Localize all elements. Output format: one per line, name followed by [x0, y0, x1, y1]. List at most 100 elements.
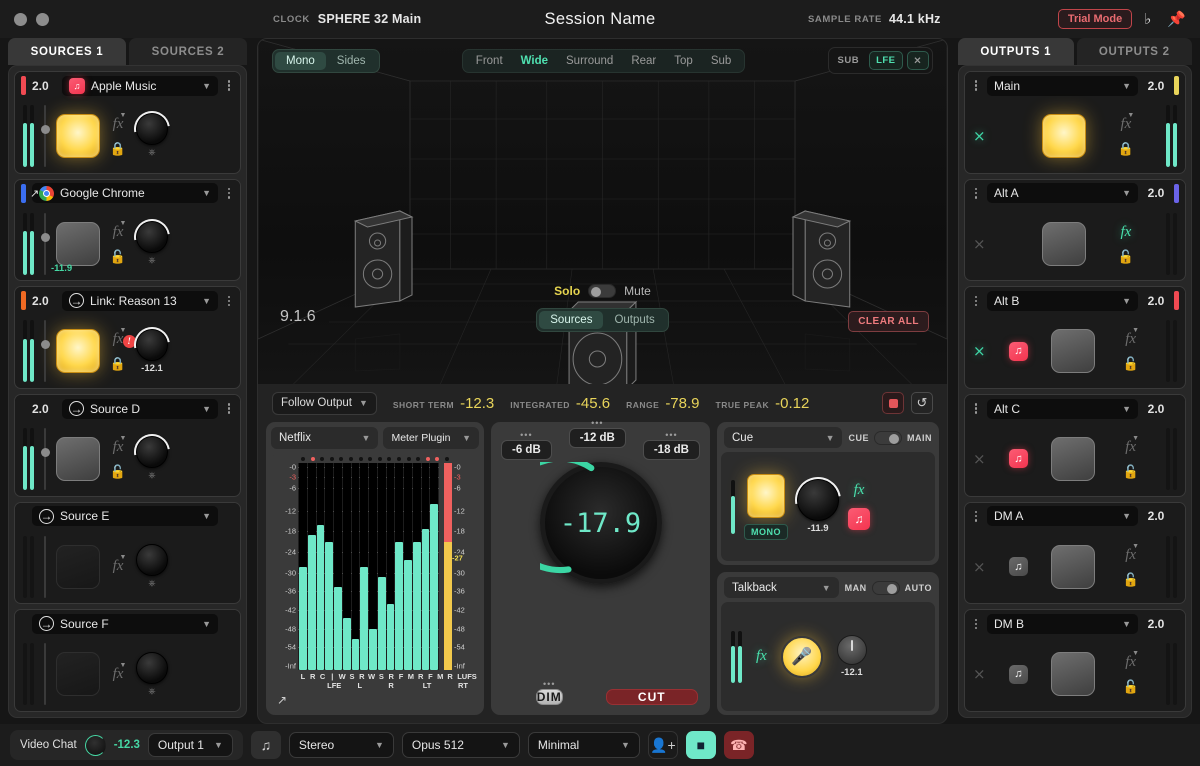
room-view[interactable]: Mono Sides Front Wide Surround Rear Top … [258, 39, 947, 384]
talkback-select[interactable]: Talkback ▼ [724, 577, 839, 598]
clip-dot[interactable] [387, 457, 391, 461]
clip-dot[interactable] [416, 457, 420, 461]
clip-dot[interactable] [445, 457, 449, 461]
output-strip[interactable]: Alt A ▼ 2.0 ⨯ fx 🔓 [964, 179, 1186, 282]
clock-value[interactable]: SPHERE 32 Main [318, 12, 422, 26]
output-name-select[interactable]: Main ▼ [987, 76, 1138, 96]
microphone-icon[interactable]: 🎤 [781, 636, 823, 678]
source-gain-knob[interactable] [136, 436, 168, 468]
preset-minus-6db[interactable]: -6 dB [501, 440, 552, 460]
zone-surround[interactable]: Surround [557, 52, 622, 70]
source-gain-knob[interactable] [136, 113, 168, 145]
source-mute-pad[interactable] [56, 437, 100, 481]
output-menu-icon[interactable] [971, 617, 981, 631]
clip-dot[interactable] [426, 457, 430, 461]
apple-music-icon[interactable]: ♫ [1009, 449, 1028, 468]
talkback-fx-icon[interactable]: fx [756, 649, 767, 664]
camera-icon[interactable]: ■ [686, 731, 716, 759]
output-lock-icon[interactable]: 🔓 [1123, 357, 1139, 370]
source-name-select[interactable]: → Source F ▼ [32, 614, 218, 634]
external-window-icon[interactable]: ↗ [30, 187, 39, 200]
reset-icon[interactable]: ↺ [911, 392, 933, 414]
cue-fx-icon[interactable]: fx [854, 483, 865, 498]
output-mute-pad[interactable] [1051, 652, 1095, 696]
add-person-icon[interactable]: 👤+ [648, 731, 678, 759]
power-icon[interactable]: ⎈ [148, 147, 155, 158]
clip-dot[interactable] [320, 457, 324, 461]
tab-sources-1[interactable]: SOURCES 1 [8, 38, 126, 65]
output-menu-icon[interactable] [971, 402, 981, 416]
output-mute-pad[interactable] [1051, 437, 1095, 481]
meter-preset-select[interactable]: Netflix ▼ [271, 427, 378, 449]
preset-menu-dots[interactable]: ••• [591, 420, 603, 426]
apple-music-icon[interactable]: ♫ [1009, 557, 1028, 576]
output-fx-icon[interactable]: fx▼ [1125, 440, 1136, 455]
source-mute-pad[interactable] [56, 114, 100, 158]
session-title[interactable]: Session Name [0, 10, 1200, 29]
zone-top[interactable]: Top [665, 52, 702, 70]
source-name-select[interactable]: Google Chrome ▼ [32, 183, 218, 203]
meter-plugin-select[interactable]: Meter Plugin ▼ [383, 427, 479, 449]
clip-dot[interactable] [397, 457, 401, 461]
preset-minus-12db[interactable]: -12 dB [569, 428, 626, 448]
sample-rate-value[interactable]: 44.1 kHz [889, 12, 941, 26]
view-mode-select[interactable]: Minimal ▼ [528, 732, 640, 758]
clip-dot[interactable] [407, 457, 411, 461]
source-fx-icon[interactable]: fx▼ ! [113, 332, 124, 347]
source-name-select[interactable]: → Link: Reason 13 ▼ [62, 291, 218, 311]
output-fx-icon[interactable]: fx▼ [1120, 117, 1131, 132]
source-mute-pad[interactable] [56, 222, 100, 266]
source-gain-knob[interactable] [136, 652, 168, 684]
crossfade-icon[interactable]: ⨯ [973, 558, 986, 576]
cue-switch[interactable] [874, 431, 902, 445]
source-fx-icon[interactable]: fx▼ [113, 559, 124, 574]
output-strip[interactable]: DM A ▼ 2.0 ⨯ ♫ fx▼ 🔓 [964, 502, 1186, 605]
zone-rear[interactable]: Rear [622, 52, 665, 70]
source-strip[interactable]: 2.0 → Source D ▼ fx▼ 🔓 [14, 394, 241, 497]
clip-dot[interactable] [349, 457, 353, 461]
source-lock-icon[interactable]: 🔒 [110, 142, 126, 155]
output-strip[interactable]: DM B ▼ 2.0 ⨯ ♫ fx▼ 🔓 [964, 609, 1186, 712]
output-lock-icon[interactable]: 🔓 [1123, 680, 1139, 693]
output-lock-icon[interactable]: 🔓 [1123, 465, 1139, 478]
preset-menu-dots[interactable]: ••• [520, 432, 532, 438]
source-fx-icon[interactable]: fx▼ [113, 117, 124, 132]
source-fader[interactable] [40, 105, 50, 167]
talkback-switch[interactable] [872, 581, 900, 595]
crossfade-icon[interactable]: ⨯ [973, 450, 986, 468]
source-menu-icon[interactable] [224, 79, 234, 93]
clip-dot[interactable] [330, 457, 334, 461]
output-fx-icon[interactable]: fx [1120, 225, 1131, 240]
segment-outputs[interactable]: Outputs [603, 311, 665, 329]
window-minimize-dot[interactable] [36, 13, 49, 26]
output-name-select[interactable]: Alt A ▼ [987, 183, 1138, 203]
source-fx-icon[interactable]: fx▼ [113, 667, 124, 682]
source-gain-knob[interactable] [136, 329, 168, 361]
cue-pad[interactable] [747, 474, 785, 518]
source-menu-icon[interactable] [224, 294, 234, 308]
source-mute-pad[interactable] [56, 545, 100, 589]
zone-front[interactable]: Front [467, 52, 512, 70]
tab-outputs-1[interactable]: OUTPUTS 1 [958, 38, 1074, 65]
output-fx-icon[interactable]: fx▼ [1125, 655, 1136, 670]
crossfade-icon[interactable]: ⨯ [973, 665, 986, 683]
output-strip[interactable]: Main ▼ 2.0 ⨯ fx▼ 🔒 [964, 71, 1186, 174]
codec-select[interactable]: Opus 512 ▼ [402, 732, 520, 758]
source-fader[interactable] [40, 320, 50, 382]
tab-sources-2[interactable]: SOURCES 2 [129, 38, 247, 65]
clip-dot[interactable] [368, 457, 372, 461]
sources-outputs-toggle[interactable]: Sources Outputs [536, 308, 668, 332]
preset-minus-18db[interactable]: -18 dB [643, 440, 700, 460]
apple-music-icon[interactable]: ♫ [1009, 342, 1028, 361]
hangup-icon[interactable]: ☎ [724, 731, 754, 759]
source-fader[interactable] [40, 213, 50, 275]
lfe-button[interactable]: LFE [869, 51, 902, 70]
source-fader[interactable] [40, 643, 50, 705]
window-close-dot[interactable] [14, 13, 27, 26]
power-icon[interactable]: ⎈ [148, 470, 155, 481]
output-fx-icon[interactable]: fx▼ [1125, 332, 1136, 347]
source-lock-icon[interactable]: 🔓 [110, 250, 126, 263]
solo-mute-switch[interactable] [588, 284, 616, 298]
tuning-fork-icon[interactable]: ♭ [1132, 10, 1157, 28]
power-icon[interactable]: ⎈ [148, 255, 155, 266]
